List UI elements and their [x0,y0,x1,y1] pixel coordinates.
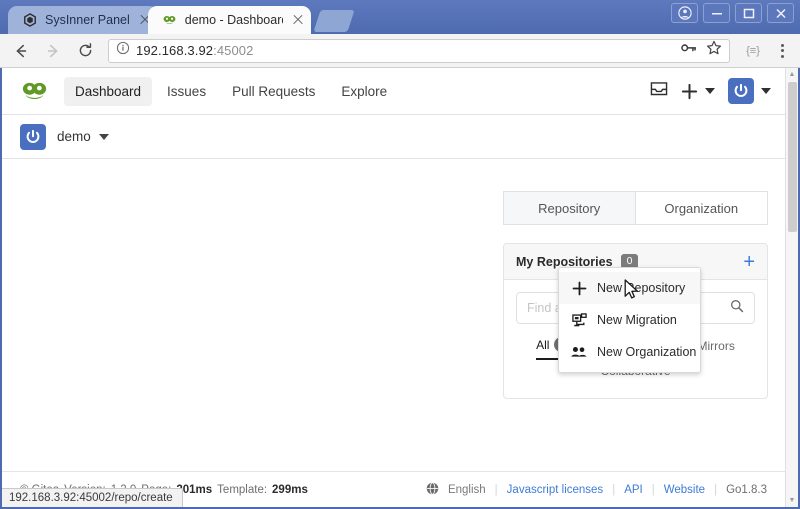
browser-tab-1[interactable]: SysInner Panel [8,6,158,34]
footer-template-label: Template: [217,483,268,496]
gitea-mascot-icon [162,12,178,28]
menu-item-label: New Organization [597,345,697,359]
dashboard-body: Repository Organization My Repositories … [2,159,785,471]
info-circle-icon[interactable] [116,41,130,60]
search-icon[interactable] [730,299,744,318]
gitea-mascot-icon[interactable] [20,76,50,106]
footer-link-website[interactable]: Website [664,484,705,496]
browser-toolbar: 192.168.3.92:45002 {≡} [0,34,800,68]
kebab-menu-icon[interactable] [772,39,792,63]
user-circle-icon[interactable] [671,3,698,23]
context-switcher-name: demo [57,129,91,144]
browser-titlebar: SysInner Panel demo - Dashboard - [0,0,800,34]
link-status-tooltip: 192.168.3.92:45002/repo/create [2,488,183,507]
filter-tab-mirrors[interactable]: Mirrors [698,339,735,359]
address-bar-url: 192.168.3.92:45002 [136,43,254,58]
close-icon[interactable] [291,13,305,27]
page-viewport: Dashboard Issues Pull Requests Explore d… [0,68,800,509]
context-switcher[interactable]: demo [2,115,785,159]
browser-tab-title: SysInner Panel [45,13,130,27]
browser-window: SysInner Panel demo - Dashboard - [0,0,800,509]
reload-icon[interactable] [72,38,98,64]
avatar [728,78,754,104]
gitea-navbar: Dashboard Issues Pull Requests Explore [2,68,785,115]
plus-icon [681,83,698,99]
new-organization-button[interactable]: Organization [635,191,768,225]
create-action-buttons: Repository Organization [503,191,768,225]
browser-tab-2[interactable]: demo - Dashboard - [147,6,311,34]
nav-link-explore[interactable]: Explore [330,77,398,106]
power-icon [26,129,40,143]
nav-link-dashboard[interactable]: Dashboard [64,76,153,106]
gitea-page: Dashboard Issues Pull Requests Explore d… [2,68,785,507]
menu-item-new-migration[interactable]: New Migration [559,304,700,336]
inbox-icon[interactable] [650,81,668,102]
plus-icon [571,281,587,296]
footer-template-time: 299ms [272,483,308,496]
power-icon [734,83,748,97]
footer-link-api[interactable]: API [624,484,643,496]
new-repository-button[interactable]: Repository [503,191,636,225]
divider: | [612,483,616,496]
chevron-down-icon [705,88,715,94]
organization-icon [571,345,587,359]
scrollbar-thumb[interactable] [788,82,797,232]
extension-icon[interactable]: {≡} [740,38,766,64]
divider: | [714,483,718,496]
footer-language[interactable]: English [448,484,486,496]
new-tab-button[interactable] [313,10,355,32]
window-controls [671,3,794,23]
nav-link-pull-requests[interactable]: Pull Requests [221,77,326,106]
hexagon-icon [22,12,38,28]
divider: | [651,483,655,496]
menu-item-label: New Migration [597,313,677,327]
menu-item-new-organization[interactable]: New Organization [559,336,700,368]
key-icon[interactable] [681,41,697,60]
chevron-down-icon [761,88,771,94]
nav-link-issues[interactable]: Issues [156,77,217,106]
back-arrow-icon[interactable] [8,38,34,64]
footer-go-version: Go1.8.3 [726,483,767,496]
footer-right: English | Javascript licenses | API | We… [426,481,767,498]
scroll-down-arrow-icon[interactable]: ▼ [789,494,796,507]
globe-icon [426,481,439,498]
maximize-icon[interactable] [735,3,762,23]
create-new-button[interactable] [681,83,715,100]
forward-arrow-icon[interactable] [40,38,66,64]
close-icon[interactable] [767,3,794,23]
navbar-right [650,78,771,104]
page-scrollbar[interactable]: ▲ ▼ [785,68,798,507]
address-bar[interactable]: 192.168.3.92:45002 [108,38,730,63]
menu-item-new-repository[interactable]: New Repository [559,272,700,304]
browser-tab-title: demo - Dashboard - [184,13,283,27]
star-icon[interactable] [706,40,722,61]
minimize-icon[interactable] [703,3,730,23]
user-menu-button[interactable] [728,78,771,104]
menu-item-label: New Repository [597,281,686,295]
create-new-dropdown-menu: New Repository New Migration New Organiz… [558,267,701,373]
plus-icon[interactable]: + [743,252,755,272]
scroll-up-arrow-icon[interactable]: ▲ [789,68,796,81]
footer-link-javascript-licenses[interactable]: Javascript licenses [507,484,604,496]
divider: | [494,483,498,496]
repo-clone-icon [571,312,587,328]
avatar [20,123,46,150]
chevron-down-icon [98,133,109,140]
